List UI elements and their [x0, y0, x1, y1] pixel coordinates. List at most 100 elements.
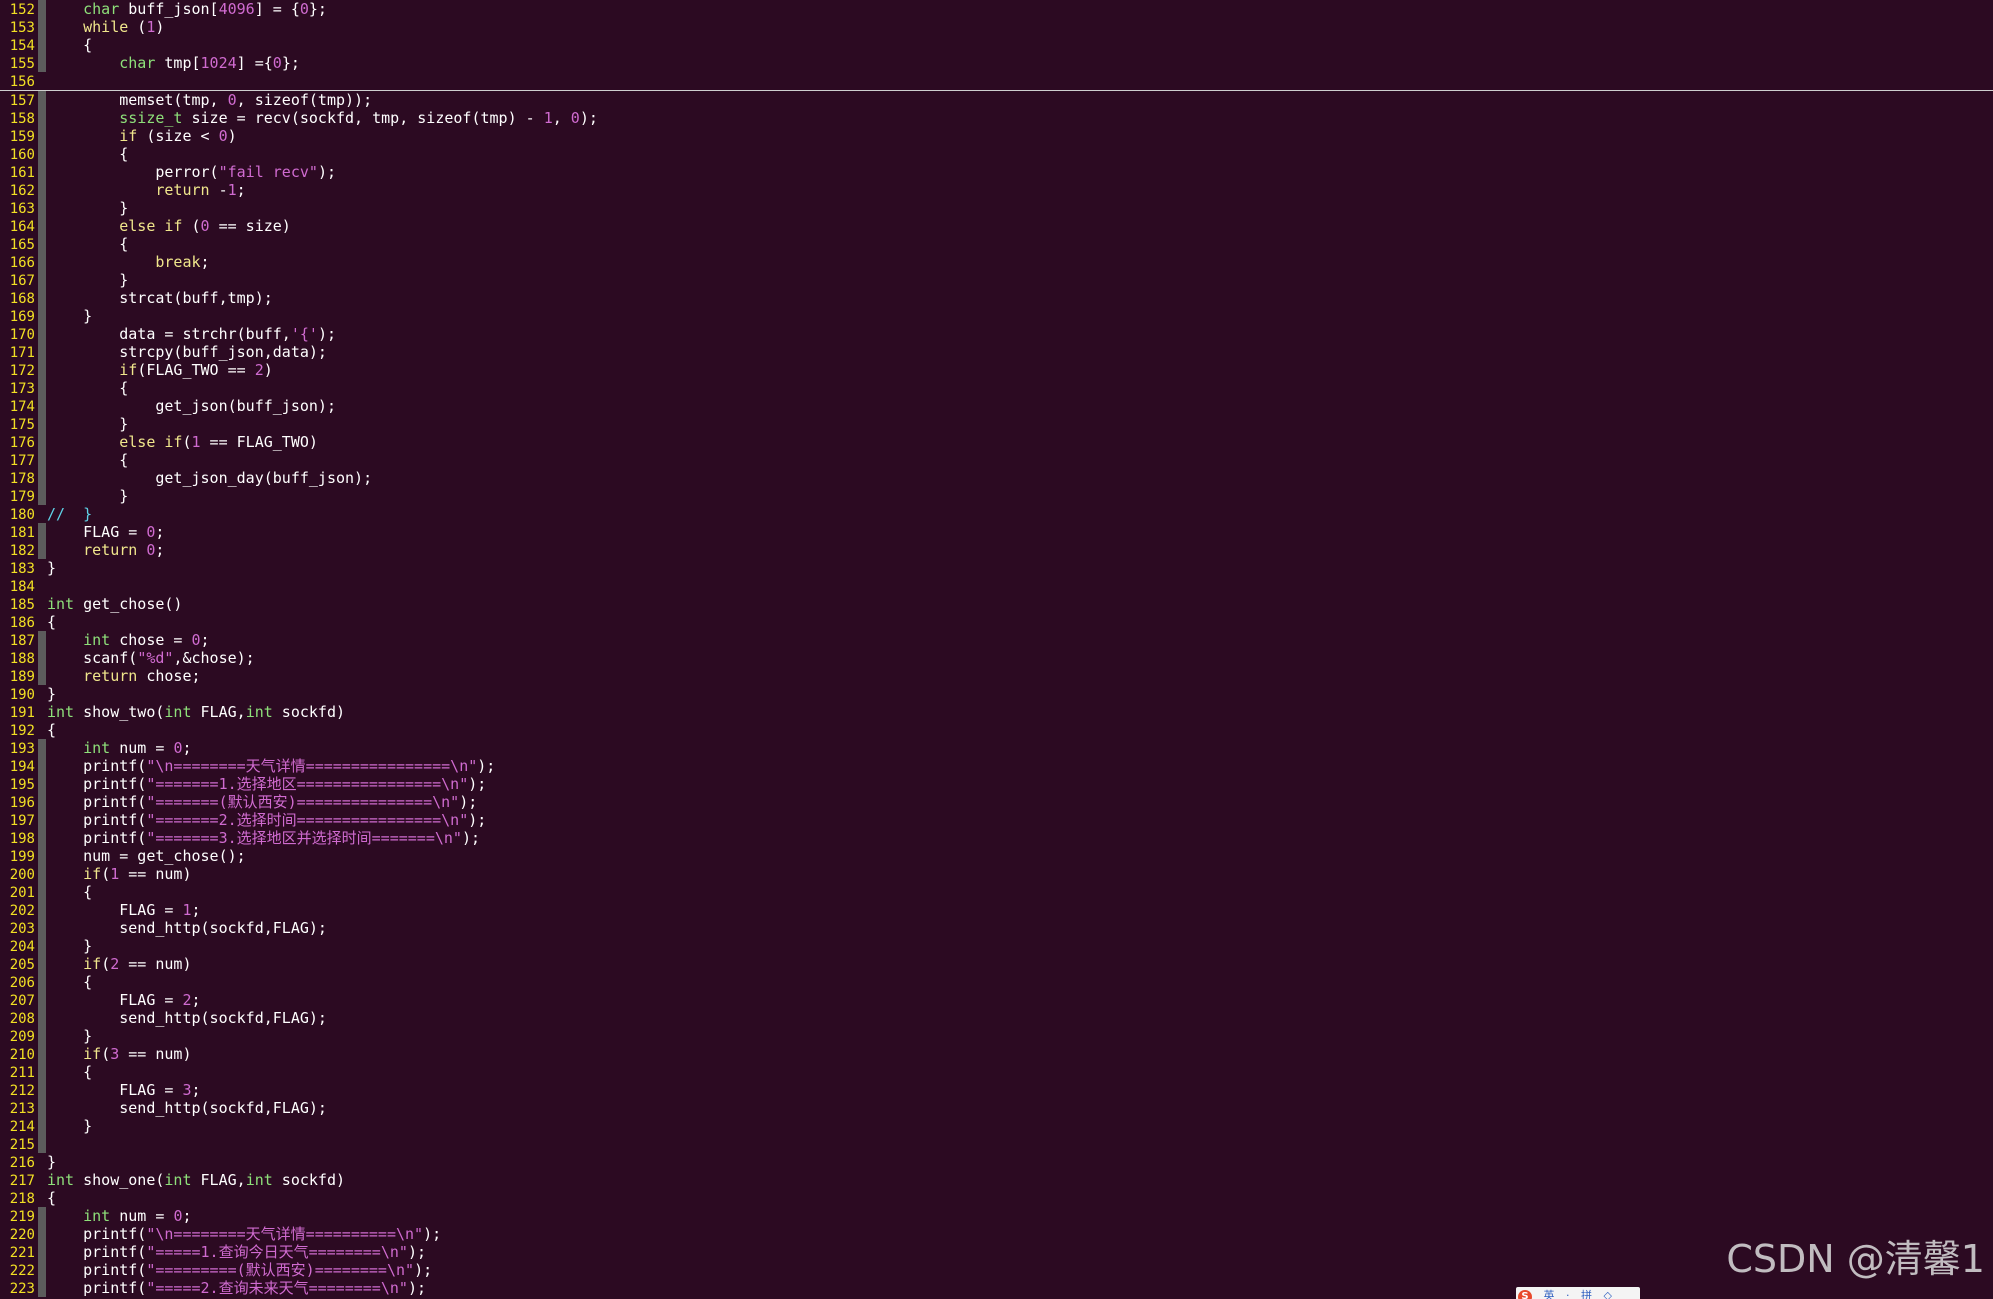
code-line[interactable]: 214 } [0, 1117, 1993, 1135]
code-line[interactable]: 218 { [0, 1189, 1993, 1207]
code-line[interactable]: 217 int show_one(int FLAG,int sockfd) [0, 1171, 1993, 1189]
line-number: 212 [9, 1083, 35, 1099]
code-line[interactable]: 177 { [0, 451, 1993, 469]
code-text: { [47, 235, 129, 253]
line-number: 194 [9, 759, 35, 775]
code-line[interactable]: 191 int show_two(int FLAG,int sockfd) [0, 703, 1993, 721]
code-line[interactable]: 154 { [0, 36, 1993, 54]
code-line[interactable]: 202 FLAG = 1; [0, 901, 1993, 919]
code-line[interactable]: 169 } [0, 307, 1993, 325]
gutter-marker [38, 325, 46, 343]
code-line[interactable]: 210 if(3 == num) [0, 1045, 1993, 1063]
code-line[interactable]: 205 if(2 == num) [0, 955, 1993, 973]
code-line[interactable]: 183} [0, 559, 1993, 577]
code-line[interactable]: 199 num = get_chose(); [0, 847, 1993, 865]
code-line[interactable]: 187 int chose = 0; [0, 631, 1993, 649]
code-line[interactable]: 155 char tmp[1024] ={0}; [0, 54, 1993, 72]
code-line[interactable]: 180 // } [0, 505, 1993, 523]
code-text: printf("=====2.查询未来天气========\n"); [47, 1279, 426, 1297]
code-line[interactable]: 160 { [0, 145, 1993, 163]
code-line[interactable]: 182 return 0; [0, 541, 1993, 559]
code-line[interactable]: 178 get_json_day(buff_json); [0, 469, 1993, 487]
code-line[interactable]: 159 if (size < 0) [0, 127, 1993, 145]
line-number: 216 [9, 1155, 35, 1171]
code-line[interactable]: 170 data = strchr(buff,'{'); [0, 325, 1993, 343]
code-line[interactable]: 207 FLAG = 2; [0, 991, 1993, 1009]
gutter-marker [38, 145, 46, 163]
line-number: 221 [9, 1245, 35, 1261]
code-text: FLAG = 3; [47, 1081, 201, 1099]
code-line[interactable]: 215 [0, 1135, 1993, 1153]
code-line[interactable]: 204 } [0, 937, 1993, 955]
code-line[interactable]: 197 printf("=======2.选择时间===============… [0, 811, 1993, 829]
ime-button-language[interactable]: 英 [1544, 1287, 1555, 1299]
code-line[interactable]: 219 int num = 0; [0, 1207, 1993, 1225]
code-line[interactable]: 195 printf("=======1.选择地区===============… [0, 775, 1993, 793]
ime-button-pinyin[interactable]: 拼 [1581, 1287, 1592, 1299]
line-number: 205 [9, 957, 35, 973]
code-line[interactable]: 185 int get_chose() [0, 595, 1993, 613]
line-number: 186 [9, 615, 35, 631]
code-line[interactable]: 162 return -1; [0, 181, 1993, 199]
code-line[interactable]: 186 { [0, 613, 1993, 631]
code-line[interactable]: 222 printf("=========(默认西安)========\n"); [0, 1261, 1993, 1279]
code-line[interactable]: 193 int num = 0; [0, 739, 1993, 757]
code-text: { [47, 883, 93, 901]
code-line[interactable]: 171 strcpy(buff_json,data); [0, 343, 1993, 361]
code-line[interactable]: 192 { [0, 721, 1993, 739]
code-line[interactable]: 201 { [0, 883, 1993, 901]
code-text: // } [47, 505, 93, 523]
code-line[interactable]: 161 perror("fail recv"); [0, 163, 1993, 181]
code-line[interactable]: 220 printf("\n========天气详情==========\n")… [0, 1225, 1993, 1243]
code-line[interactable]: 152 char buff_json[4096] = {0}; [0, 0, 1993, 18]
code-editor[interactable]: 152 char buff_json[4096] = {0}; 153 while… [0, 0, 1993, 1299]
code-line[interactable]: 176 else if(1 == FLAG_TWO) [0, 433, 1993, 451]
code-line[interactable]: 189 return chose; [0, 667, 1993, 685]
code-line[interactable]: 213 send_http(sockfd,FLAG); [0, 1099, 1993, 1117]
line-number: 170 [9, 327, 35, 343]
code-line[interactable]: 200 if(1 == num) [0, 865, 1993, 883]
code-line[interactable]: 211 { [0, 1063, 1993, 1081]
code-line[interactable]: 194 printf("\n========天气详情==============… [0, 757, 1993, 775]
code-line[interactable]: 196 printf("=======(默认西安)===============… [0, 793, 1993, 811]
code-text: } [47, 1027, 93, 1045]
code-line[interactable]: 174 get_json(buff_json); [0, 397, 1993, 415]
code-line[interactable]: 153 while (1) [0, 18, 1993, 36]
ime-button-skin[interactable]: ◇ [1604, 1289, 1612, 1299]
code-line[interactable]: 166 break; [0, 253, 1993, 271]
code-line[interactable]: 168 strcat(buff,tmp); [0, 289, 1993, 307]
code-line[interactable]: 172 if(FLAG_TWO == 2) [0, 361, 1993, 379]
code-line[interactable]: 167 } [0, 271, 1993, 289]
code-line[interactable]: 165 { [0, 235, 1993, 253]
line-number: 200 [9, 867, 35, 883]
code-line[interactable]: 179 } [0, 487, 1993, 505]
code-line[interactable]: 198 printf("=======3.选择地区并选择时间=======\n"… [0, 829, 1993, 847]
code-line[interactable]: 157 memset(tmp, 0, sizeof(tmp)); [0, 91, 1993, 109]
ime-toolbar[interactable]: S 英 · 拼 ◇ [1516, 1287, 1640, 1299]
code-line[interactable]: 206 { [0, 973, 1993, 991]
code-line[interactable]: 212 FLAG = 3; [0, 1081, 1993, 1099]
code-line[interactable]: 173 { [0, 379, 1993, 397]
code-line[interactable]: 203 send_http(sockfd,FLAG); [0, 919, 1993, 937]
code-line[interactable]: 156 [0, 72, 1993, 91]
code-line[interactable]: 188 scanf("%d",&chose); [0, 649, 1993, 667]
code-line[interactable]: 164 else if (0 == size) [0, 217, 1993, 235]
code-line[interactable]: 223 printf("=====2.查询未来天气========\n"); [0, 1279, 1993, 1297]
code-line[interactable]: 216} [0, 1153, 1993, 1171]
code-line[interactable]: 181 FLAG = 0; [0, 523, 1993, 541]
ime-button-punct[interactable]: · [1566, 1289, 1570, 1299]
code-line[interactable]: 221 printf("=====1.查询今日天气========\n"); [0, 1243, 1993, 1261]
code-line[interactable]: 184 [0, 577, 1993, 595]
code-line[interactable]: 158 ssize_t size = recv(sockfd, tmp, siz… [0, 109, 1993, 127]
code-line[interactable]: 209 } [0, 1027, 1993, 1045]
gutter-marker [38, 793, 46, 811]
code-line[interactable]: 190} [0, 685, 1993, 703]
code-line[interactable]: 163 } [0, 199, 1993, 217]
code-text: perror("fail recv"); [47, 163, 336, 181]
gutter-marker [38, 973, 46, 991]
line-number: 168 [9, 291, 35, 307]
code-line[interactable]: 208 send_http(sockfd,FLAG); [0, 1009, 1993, 1027]
gutter-marker [38, 883, 46, 901]
gutter-marker [38, 937, 46, 955]
code-line[interactable]: 175 } [0, 415, 1993, 433]
